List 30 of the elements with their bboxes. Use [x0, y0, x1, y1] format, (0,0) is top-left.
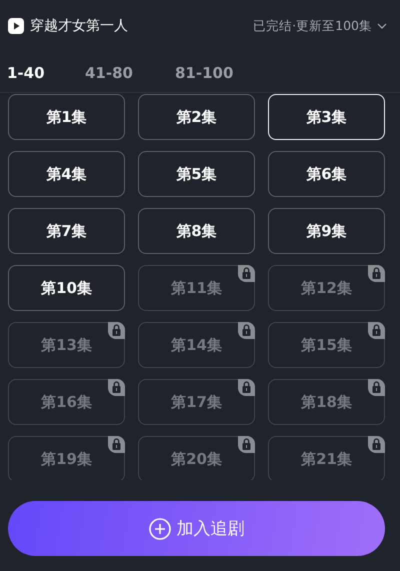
lock-icon — [238, 322, 255, 339]
lock-icon — [368, 379, 385, 396]
episode-button[interactable]: 第3集 — [268, 94, 385, 140]
episode-button[interactable]: 第2集 — [138, 94, 255, 140]
lock-icon — [368, 265, 385, 282]
lock-icon — [368, 322, 385, 339]
episode-button[interactable]: 第10集 — [8, 265, 125, 311]
lock-icon — [108, 436, 125, 453]
episode-button[interactable]: 第1集 — [8, 94, 125, 140]
lock-icon — [368, 436, 385, 453]
lock-icon — [108, 322, 125, 339]
episode-button[interactable]: 第9集 — [268, 208, 385, 254]
range-tab[interactable]: 81-100 — [175, 63, 253, 83]
plus-circle-icon — [148, 518, 170, 540]
play-icon — [8, 18, 24, 34]
chevron-down-icon[interactable] — [377, 23, 387, 29]
drama-title: 穿越才女第一人 — [30, 17, 128, 35]
add-to-watchlist-button[interactable]: 加入追剧 — [8, 501, 385, 556]
episode-button[interactable]: 第4集 — [8, 151, 125, 197]
range-tab[interactable]: 41-80 — [85, 63, 175, 83]
update-status: 已完结·更新至100集 — [253, 18, 372, 34]
range-tab[interactable]: 1-40 — [7, 63, 85, 83]
lock-icon — [238, 436, 255, 453]
episode-button[interactable]: 第5集 — [138, 151, 255, 197]
episode-button[interactable]: 第7集 — [8, 208, 125, 254]
episode-button[interactable]: 第6集 — [268, 151, 385, 197]
lock-icon — [238, 379, 255, 396]
lock-icon — [108, 379, 125, 396]
episode-button[interactable]: 第8集 — [138, 208, 255, 254]
lock-icon — [238, 265, 255, 282]
